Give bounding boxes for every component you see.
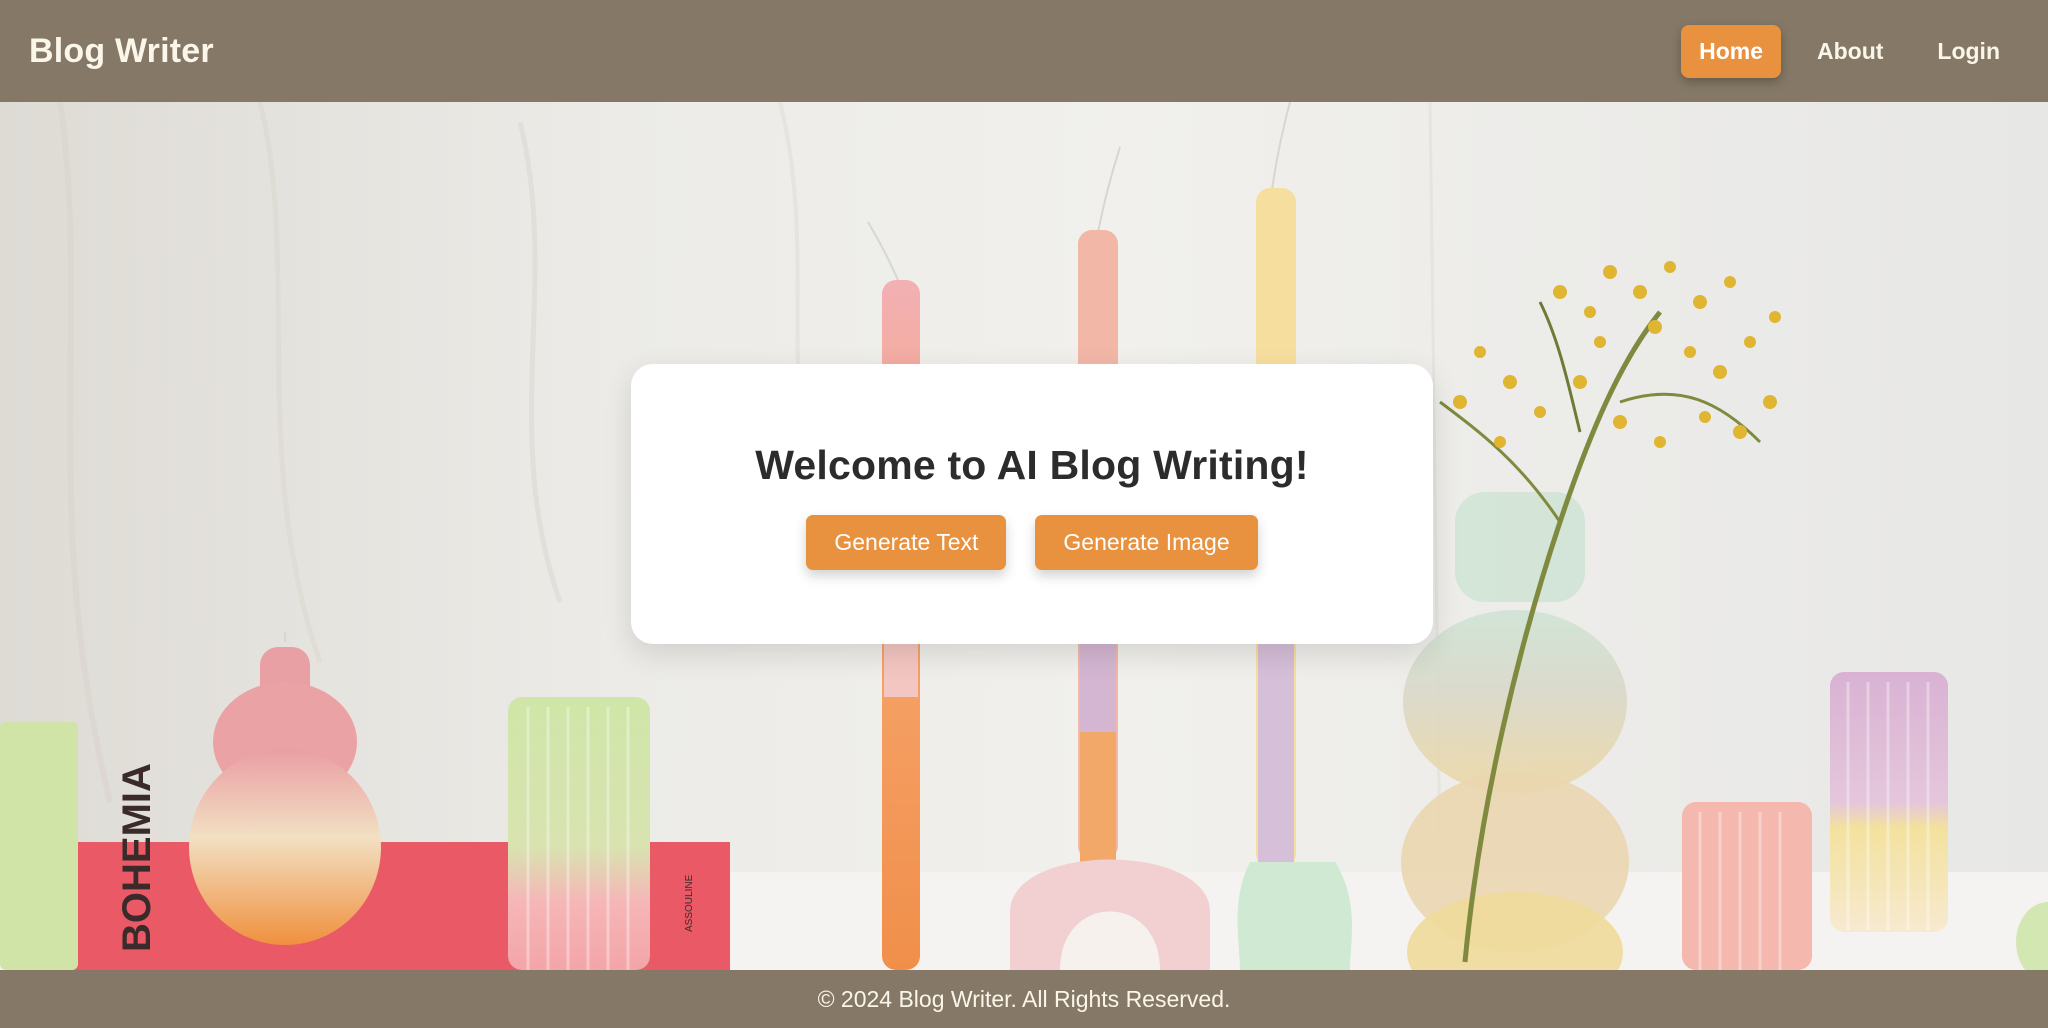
welcome-card: Welcome to AI Blog Writing! Generate Tex… — [631, 364, 1433, 644]
hero-section: BOHEMIA ASSOULINE Welcome to AI Blog Wri… — [0, 102, 2048, 970]
book-small-text: ASSOULINE — [684, 874, 695, 932]
nav-about-link[interactable]: About — [1799, 25, 1901, 78]
main-nav: Home About Login — [1681, 24, 2018, 78]
generate-image-button[interactable]: Generate Image — [1035, 515, 1258, 570]
copyright-text: © 2024 Blog Writer. All Rights Reserved. — [817, 985, 1231, 1012]
top-navbar: Blog Writer Home About Login — [0, 0, 2048, 102]
nav-home-link[interactable]: Home — [1681, 24, 1781, 78]
action-buttons: Generate Text Generate Image — [806, 515, 1258, 570]
nav-login-link[interactable]: Login — [1919, 25, 2018, 78]
page-footer: © 2024 Blog Writer. All Rights Reserved. — [0, 970, 2048, 1028]
brand-logo-text[interactable]: Blog Writer — [29, 32, 214, 71]
welcome-heading: Welcome to AI Blog Writing! — [755, 442, 1309, 488]
generate-text-button[interactable]: Generate Text — [806, 515, 1007, 570]
book-spine-text: BOHEMIA — [115, 763, 159, 952]
